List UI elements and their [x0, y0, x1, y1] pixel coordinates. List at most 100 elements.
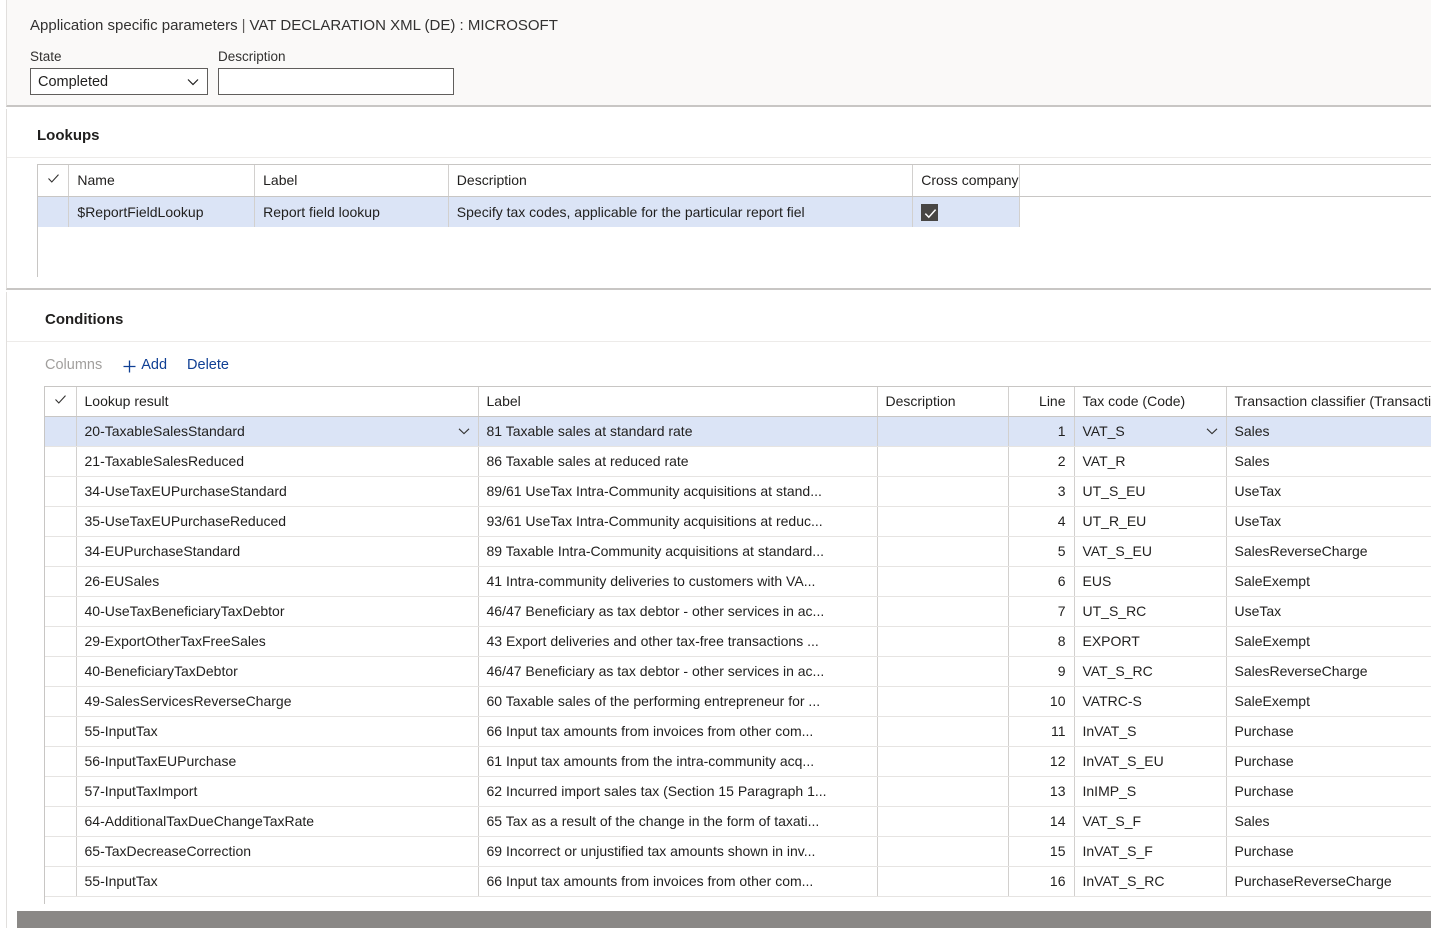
- cell-line[interactable]: 9: [1008, 656, 1075, 687]
- cell-transaction-classifier[interactable]: Purchase: [1226, 776, 1431, 807]
- cell-label[interactable]: 61 Input tax amounts from the intra-comm…: [478, 746, 878, 777]
- cell-transaction-classifier[interactable]: UseTax: [1226, 596, 1431, 627]
- lookup-name-cell[interactable]: $ReportFieldLookup: [68, 196, 256, 227]
- lookups-col-label[interactable]: Label: [254, 165, 449, 197]
- add-button[interactable]: Add: [122, 357, 167, 373]
- cell-description[interactable]: [877, 416, 1009, 447]
- row-select-checkbox[interactable]: [45, 506, 77, 537]
- cell-transaction-classifier[interactable]: Purchase: [1226, 836, 1431, 867]
- table-row[interactable]: 29-ExportOtherTaxFreeSales 43 Export deli…: [45, 626, 1431, 657]
- table-row[interactable]: 21-TaxableSalesReduced 86 Taxable sales a…: [45, 446, 1431, 477]
- cell-tax-code[interactable]: InVAT_S_RC: [1074, 866, 1227, 897]
- cell-tax-code[interactable]: VAT_S_RC: [1074, 656, 1227, 687]
- cell-line[interactable]: 16: [1008, 866, 1075, 897]
- cell-tax-code[interactable]: VAT_S_EU: [1074, 536, 1227, 567]
- table-row[interactable]: 34-UseTaxEUPurchaseStandard 89/61 UseTax …: [45, 476, 1431, 507]
- cell-label[interactable]: 46/47 Beneficiary as tax debtor - other …: [478, 596, 878, 627]
- cell-lookup-result[interactable]: 55-InputTax: [76, 866, 479, 897]
- cell-lookup-result[interactable]: 64-AdditionalTaxDueChangeTaxRate: [76, 806, 479, 837]
- description-input[interactable]: [218, 68, 454, 95]
- cell-label[interactable]: 81 Taxable sales at standard rate: [478, 416, 878, 447]
- cell-transaction-classifier[interactable]: Purchase: [1226, 746, 1431, 777]
- cell-tax-code[interactable]: InIMP_S: [1074, 776, 1227, 807]
- row-select-checkbox[interactable]: [45, 686, 77, 717]
- cell-tax-code[interactable]: UT_R_EU: [1074, 506, 1227, 537]
- table-row[interactable]: 55-InputTax 66 Input tax amounts from inv…: [45, 866, 1431, 897]
- row-select-checkbox[interactable]: [45, 476, 77, 507]
- conditions-col-line[interactable]: Line: [1008, 387, 1075, 417]
- cell-line[interactable]: 4: [1008, 506, 1075, 537]
- cell-label[interactable]: 65 Tax as a result of the change in the …: [478, 806, 878, 837]
- cell-transaction-classifier[interactable]: Sales: [1226, 806, 1431, 837]
- table-row[interactable]: 34-EUPurchaseStandard 89 Taxable Intra-Co…: [45, 536, 1431, 567]
- lookup-label-cell[interactable]: Report field lookup: [254, 196, 449, 227]
- cell-line[interactable]: 7: [1008, 596, 1075, 627]
- columns-button[interactable]: Columns: [45, 357, 102, 373]
- row-select-checkbox[interactable]: [45, 806, 77, 837]
- cell-label[interactable]: 66 Input tax amounts from invoices from …: [478, 716, 878, 747]
- checkbox-checked-icon[interactable]: [921, 203, 939, 221]
- cell-line[interactable]: 14: [1008, 806, 1075, 837]
- cell-line[interactable]: 8: [1008, 626, 1075, 657]
- table-row[interactable]: 49-SalesServicesReverseCharge 60 Taxable …: [45, 686, 1431, 717]
- cell-description[interactable]: [877, 776, 1009, 807]
- cell-tax-code[interactable]: InVAT_S_EU: [1074, 746, 1227, 777]
- cell-lookup-result[interactable]: 49-SalesServicesReverseCharge: [76, 686, 479, 717]
- cell-description[interactable]: [877, 596, 1009, 627]
- cell-transaction-classifier[interactable]: SalesReverseCharge: [1226, 536, 1431, 567]
- lookups-col-description[interactable]: Description: [448, 165, 914, 197]
- cell-tax-code[interactable]: VAT_S_F: [1074, 806, 1227, 837]
- cell-line[interactable]: 13: [1008, 776, 1075, 807]
- cell-label[interactable]: 89/61 UseTax Intra-Community acquisition…: [478, 476, 878, 507]
- row-select-checkbox[interactable]: [45, 866, 77, 897]
- cell-description[interactable]: [877, 506, 1009, 537]
- cell-description[interactable]: [877, 656, 1009, 687]
- cell-lookup-result[interactable]: 56-InputTaxEUPurchase: [76, 746, 479, 777]
- cell-line[interactable]: 1: [1008, 416, 1075, 447]
- cell-line[interactable]: 10: [1008, 686, 1075, 717]
- row-select-checkbox[interactable]: [45, 596, 77, 627]
- row-select-checkbox[interactable]: [45, 416, 77, 447]
- conditions-col-lookup-result[interactable]: Lookup result: [76, 387, 479, 417]
- cell-line[interactable]: 2: [1008, 446, 1075, 477]
- cell-tax-code[interactable]: EUS: [1074, 566, 1227, 597]
- row-select-checkbox[interactable]: [45, 566, 77, 597]
- cell-lookup-result[interactable]: 26-EUSales: [76, 566, 479, 597]
- cell-tax-code[interactable]: VAT_R: [1074, 446, 1227, 477]
- row-select-checkbox[interactable]: [45, 626, 77, 657]
- cell-lookup-result[interactable]: 35-UseTaxEUPurchaseReduced: [76, 506, 479, 537]
- cell-description[interactable]: [877, 806, 1009, 837]
- cell-line[interactable]: 6: [1008, 566, 1075, 597]
- cell-description[interactable]: [877, 626, 1009, 657]
- cell-transaction-classifier[interactable]: SaleExempt: [1226, 566, 1431, 597]
- cell-label[interactable]: 60 Taxable sales of the performing entre…: [478, 686, 878, 717]
- cell-lookup-result[interactable]: 55-InputTax: [76, 716, 479, 747]
- cell-lookup-result[interactable]: 34-EUPurchaseStandard: [76, 536, 479, 567]
- cell-transaction-classifier[interactable]: Sales: [1226, 446, 1431, 477]
- row-select-checkbox[interactable]: [38, 196, 70, 227]
- cell-label[interactable]: 66 Input tax amounts from invoices from …: [478, 866, 878, 897]
- cell-lookup-result[interactable]: 20-TaxableSalesStandard: [76, 416, 479, 447]
- cell-transaction-classifier[interactable]: UseTax: [1226, 506, 1431, 537]
- cell-label[interactable]: 62 Incurred import sales tax (Section 15…: [478, 776, 878, 807]
- delete-button[interactable]: Delete: [187, 357, 229, 373]
- cell-transaction-classifier[interactable]: SaleExempt: [1226, 686, 1431, 717]
- conditions-select-all-header[interactable]: [45, 387, 77, 417]
- lookup-cross-company-cell[interactable]: [912, 196, 1020, 227]
- row-select-checkbox[interactable]: [45, 746, 77, 777]
- lookups-col-cross-company[interactable]: Cross company: [912, 165, 1020, 197]
- cell-description[interactable]: [877, 866, 1009, 897]
- cell-lookup-result[interactable]: 21-TaxableSalesReduced: [76, 446, 479, 477]
- cell-tax-code[interactable]: VAT_S: [1074, 416, 1227, 447]
- conditions-col-transaction-classifier[interactable]: Transaction classifier (Transacti...: [1226, 387, 1431, 417]
- row-select-checkbox[interactable]: [45, 536, 77, 567]
- cell-lookup-result[interactable]: 65-TaxDecreaseCorrection: [76, 836, 479, 867]
- cell-description[interactable]: [877, 716, 1009, 747]
- cell-transaction-classifier[interactable]: PurchaseReverseCharge: [1226, 866, 1431, 897]
- cell-tax-code[interactable]: EXPORT: [1074, 626, 1227, 657]
- select-all-header[interactable]: [38, 165, 70, 197]
- conditions-col-label[interactable]: Label: [478, 387, 878, 417]
- cell-lookup-result[interactable]: 34-UseTaxEUPurchaseStandard: [76, 476, 479, 507]
- table-row[interactable]: 40-UseTaxBeneficiaryTaxDebtor 46/47 Benef…: [45, 596, 1431, 627]
- cell-line[interactable]: 3: [1008, 476, 1075, 507]
